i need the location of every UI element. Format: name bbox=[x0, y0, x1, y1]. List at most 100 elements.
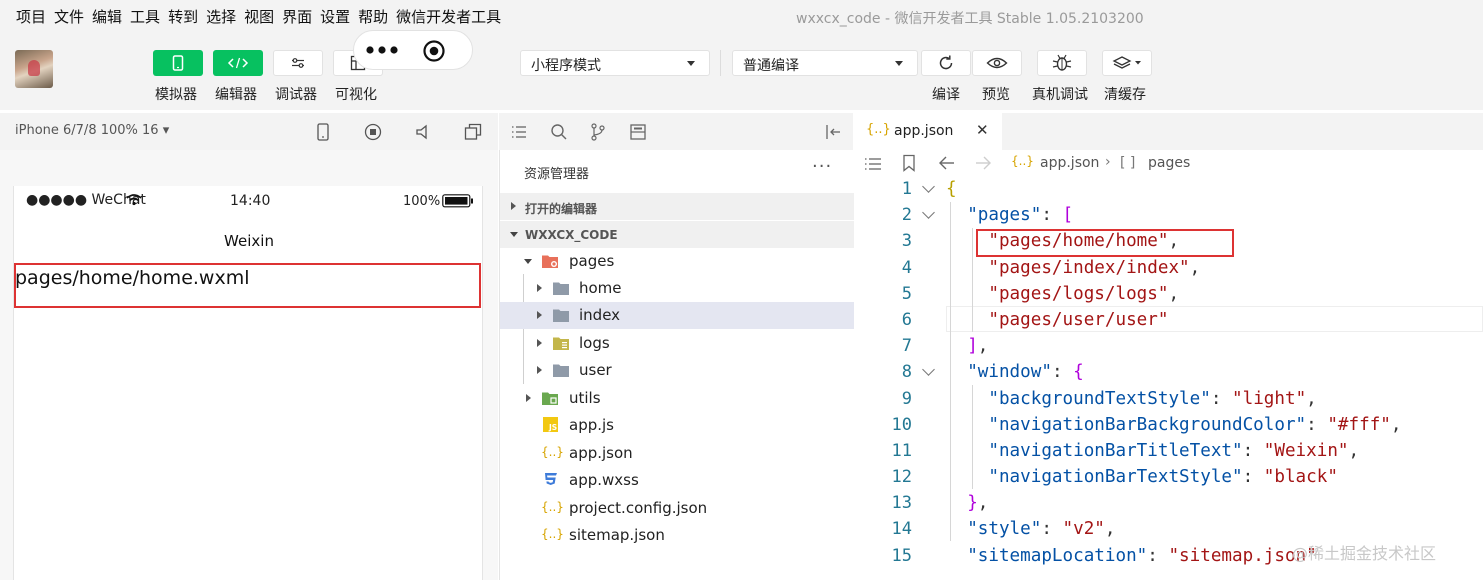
volume-icon[interactable] bbox=[413, 122, 433, 142]
compile-label: 编译 bbox=[932, 87, 960, 103]
explorer-toolbar bbox=[499, 113, 853, 150]
tree-item-app-wxss[interactable]: app.wxss bbox=[500, 467, 854, 494]
tree-item-utils[interactable]: utils bbox=[500, 385, 854, 412]
back-arrow-icon[interactable] bbox=[938, 155, 956, 171]
toolbar-divider bbox=[720, 50, 721, 76]
code-editor[interactable]: {..} app.json › [ ] pages 1{ 2 "pages": … bbox=[854, 150, 1483, 580]
record-icon[interactable] bbox=[363, 122, 383, 142]
real-debug-button[interactable] bbox=[1037, 50, 1087, 76]
simulator-label: 模拟器 bbox=[155, 87, 197, 103]
extensions-icon[interactable] bbox=[628, 122, 648, 142]
tree-label: app.wxss bbox=[569, 471, 639, 489]
code-line: 10 "navigationBarBackgroundColor": "#fff… bbox=[891, 414, 1402, 435]
project-section[interactable]: WXXCX_CODE bbox=[500, 221, 854, 248]
menu-tools[interactable]: 工具 bbox=[130, 6, 160, 27]
menu-items: 项目 文件 编辑 工具 转到 选择 视图 界面 设置 帮助 微信开发者工具 bbox=[16, 6, 509, 27]
more-actions-icon[interactable]: ··· bbox=[812, 156, 832, 177]
tree-label: project.config.json bbox=[569, 499, 708, 517]
chevron-right-icon bbox=[526, 394, 531, 402]
collapse-panel-icon[interactable] bbox=[823, 122, 843, 142]
search-icon[interactable] bbox=[549, 122, 569, 142]
menu-edit[interactable]: 编辑 bbox=[92, 6, 122, 27]
layers-icon bbox=[1112, 56, 1141, 69]
phone-status-bar: ●●●●● WeChat 14:40 100% bbox=[14, 186, 484, 218]
menu-file[interactable]: 文件 bbox=[54, 6, 84, 27]
tab-app-json[interactable]: {..} app.json ✕ bbox=[854, 113, 1002, 150]
more-dots-icon[interactable] bbox=[365, 45, 399, 55]
tree-item-app-json[interactable]: {..} app.json bbox=[500, 440, 854, 467]
tree-label: app.json bbox=[569, 444, 633, 462]
tree-item-user[interactable]: user bbox=[500, 357, 854, 384]
bookmark-icon[interactable] bbox=[902, 154, 916, 172]
visual-label: 可视化 bbox=[335, 87, 377, 103]
preview-button[interactable] bbox=[972, 50, 1022, 76]
tree-item-index[interactable]: index bbox=[500, 302, 854, 329]
compile-button[interactable] bbox=[921, 50, 971, 76]
source-control-icon[interactable] bbox=[588, 122, 608, 142]
open-editors-section[interactable]: 打开的编辑器 bbox=[500, 193, 854, 220]
bug-icon bbox=[1052, 54, 1072, 71]
tree-label: logs bbox=[579, 334, 610, 352]
tree-item-sitemap[interactable]: {..} sitemap.json bbox=[500, 522, 854, 549]
list-icon[interactable] bbox=[509, 122, 529, 142]
fold-chevron-icon[interactable] bbox=[922, 180, 935, 193]
forward-arrow-icon[interactable] bbox=[974, 155, 992, 171]
sliders-icon bbox=[292, 58, 304, 68]
detach-window-icon[interactable] bbox=[463, 122, 483, 142]
highlight-box-simulator bbox=[14, 263, 481, 308]
real-debug-label: 真机调试 bbox=[1032, 87, 1088, 103]
device-select[interactable]: iPhone 6/7/8 100% 16 ▾ bbox=[15, 123, 169, 138]
tree-item-logs[interactable]: logs bbox=[500, 330, 854, 357]
close-capsule-icon[interactable] bbox=[422, 39, 446, 63]
toolbar: 模拟器 编辑器 调试器 可视化 小程序模式 普通编译 编译 预览 真机调试 清缓… bbox=[0, 32, 1483, 110]
tree-item-project-config[interactable]: {..} project.config.json bbox=[500, 495, 854, 522]
eye-icon bbox=[986, 57, 1008, 69]
status-time: 14:40 bbox=[230, 193, 271, 209]
menu-goto[interactable]: 转到 bbox=[168, 6, 198, 27]
menu-view[interactable]: 视图 bbox=[244, 6, 274, 27]
tree-item-app-js[interactable]: JS app.js bbox=[500, 412, 854, 439]
breadcrumb-file[interactable]: app.json bbox=[1040, 155, 1099, 171]
folder-icon bbox=[553, 364, 569, 377]
list-icon[interactable] bbox=[863, 155, 883, 173]
json-file-icon: {..} bbox=[866, 122, 891, 137]
chevron-down-icon bbox=[687, 61, 695, 66]
refresh-icon bbox=[939, 55, 953, 70]
code-line: 8 "window": { bbox=[901, 362, 1084, 383]
fold-chevron-icon[interactable] bbox=[922, 363, 935, 377]
close-icon[interactable]: ✕ bbox=[976, 121, 989, 139]
tree-item-home[interactable]: home bbox=[500, 275, 854, 302]
menu-interface[interactable]: 界面 bbox=[282, 6, 312, 27]
json-file-icon: {..} bbox=[541, 527, 564, 541]
editor-button[interactable] bbox=[213, 50, 263, 76]
menu-select[interactable]: 选择 bbox=[206, 6, 236, 27]
capsule-menu[interactable] bbox=[353, 30, 473, 70]
menu-bar: 项目 文件 编辑 工具 转到 选择 视图 界面 设置 帮助 微信开发者工具 wx… bbox=[0, 0, 1483, 32]
menu-settings[interactable]: 设置 bbox=[320, 6, 350, 27]
clear-cache-button[interactable] bbox=[1102, 50, 1152, 76]
folder-logs-icon bbox=[553, 337, 569, 350]
menu-help[interactable]: 帮助 bbox=[358, 6, 388, 27]
folder-pages-icon bbox=[542, 255, 558, 268]
fold-chevron-icon[interactable] bbox=[922, 206, 935, 220]
code-line: 12 "navigationBarTextStyle": "black" bbox=[891, 467, 1338, 488]
code-line: 1{ bbox=[901, 179, 957, 199]
simulator-button[interactable] bbox=[153, 50, 203, 76]
code-line: 4 "pages/index/index", bbox=[901, 257, 1201, 278]
phone-icon[interactable] bbox=[313, 122, 333, 142]
menu-project[interactable]: 项目 bbox=[16, 6, 46, 27]
editor-tab-bar: {..} app.json ✕ bbox=[854, 113, 1483, 150]
avatar[interactable] bbox=[15, 50, 53, 88]
tree-item-pages[interactable]: pages bbox=[500, 248, 854, 275]
mode-select[interactable]: 小程序模式 bbox=[520, 50, 710, 76]
debugger-button[interactable] bbox=[273, 50, 323, 76]
chevron-down-icon bbox=[895, 61, 903, 66]
phone-nav-bar: Weixin bbox=[14, 222, 484, 262]
menu-devtools[interactable]: 微信开发者工具 bbox=[396, 6, 501, 27]
breadcrumb: {..} app.json › [ ] pages bbox=[854, 150, 1483, 178]
code-line: 11 "navigationBarTitleText": "Weixin", bbox=[891, 440, 1360, 461]
breadcrumb-key[interactable]: pages bbox=[1148, 155, 1190, 171]
chevron-right-icon bbox=[537, 339, 542, 347]
open-editors-label: 打开的编辑器 bbox=[525, 202, 598, 216]
compile-select[interactable]: 普通编译 bbox=[732, 50, 918, 76]
